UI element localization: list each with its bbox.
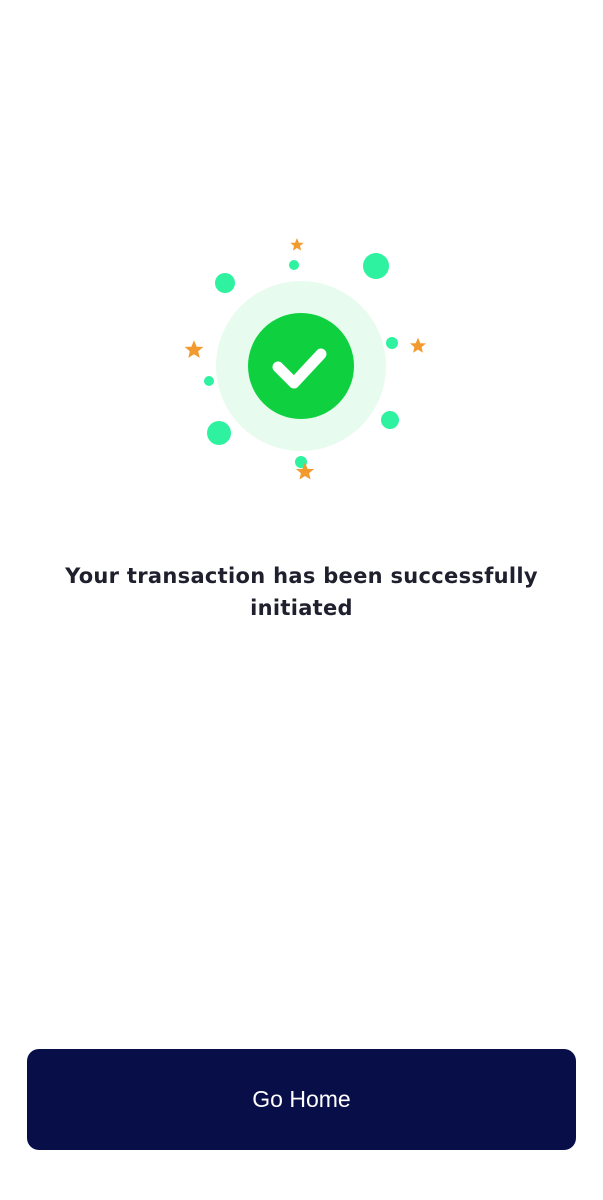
check-circle-icon — [248, 313, 354, 419]
confetti-dot — [381, 411, 399, 429]
confetti-star — [290, 238, 304, 251]
confetti-dot — [204, 376, 214, 386]
success-message: Your transaction has been successfully i… — [65, 564, 538, 620]
confetti-dot — [289, 260, 299, 270]
confetti-dot — [215, 273, 235, 293]
confetti-dot — [363, 253, 389, 279]
confetti-dot — [386, 337, 398, 349]
go-home-button[interactable]: Go Home — [27, 1049, 576, 1150]
confetti-star — [409, 337, 427, 353]
confetti-star — [184, 340, 204, 358]
success-illustration — [184, 238, 427, 480]
confetti-dot — [207, 421, 231, 445]
